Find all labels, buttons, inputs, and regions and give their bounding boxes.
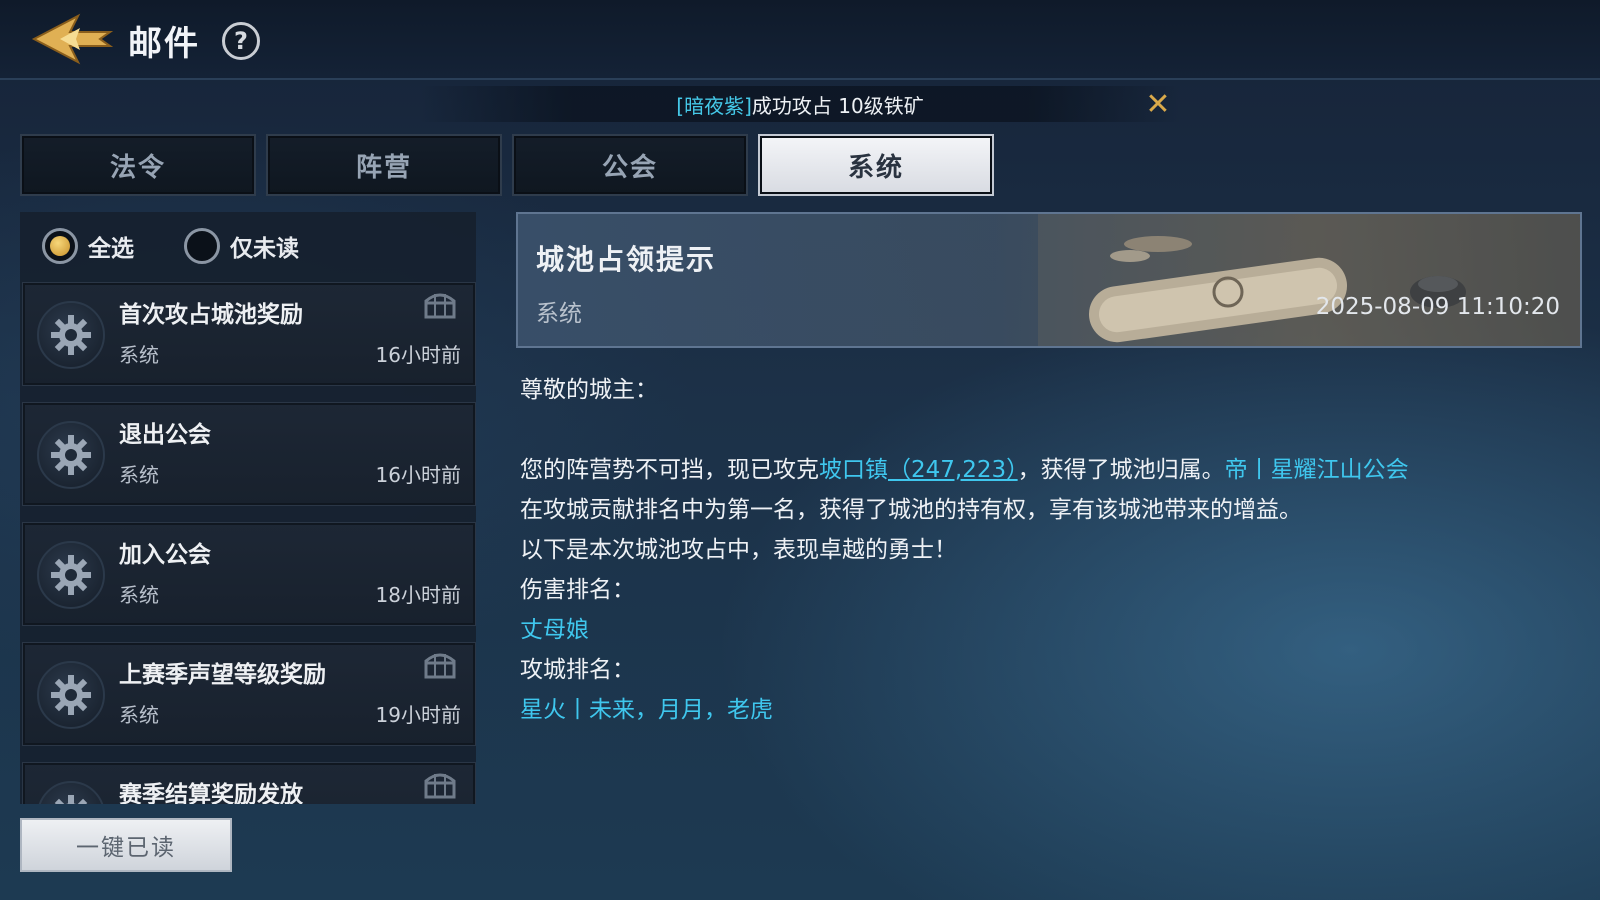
siege-ranking-names: 星火丨未来，月月，老虎 (520, 697, 773, 723)
mail-sender: 系统 (119, 583, 159, 607)
mail-detail-title: 城池占领提示 (536, 243, 717, 276)
treasure-chest-icon (423, 289, 457, 319)
coordinate-link[interactable]: （247,223） (888, 457, 1018, 483)
mail-item[interactable]: 加入公会 系统 18小时前 (22, 522, 476, 626)
gear-icon (37, 781, 105, 804)
greeting: 尊敬的城主： (520, 377, 658, 403)
gear-icon (37, 661, 105, 729)
damage-ranking-label: 伤害排名： (520, 577, 635, 603)
radio-checked-icon (42, 228, 78, 264)
mail-sender: 系统 (119, 463, 159, 487)
gear-icon (37, 541, 105, 609)
mail-title: 首次攻占城池奖励 (119, 302, 303, 328)
mail-title: 退出公会 (119, 422, 211, 448)
mail-title: 加入公会 (119, 542, 211, 568)
mail-sender: 系统 (119, 343, 159, 367)
treasure-chest-icon (423, 769, 457, 799)
scroll-illustration (1038, 214, 1580, 346)
unread-only-radio[interactable]: 仅未读 (184, 228, 299, 264)
filter-bar: 全选 仅未读 (20, 212, 476, 280)
gear-icon (37, 421, 105, 489)
mail-title: 赛季结算奖励发放 (119, 782, 303, 804)
back-arrow-icon[interactable] (30, 10, 114, 68)
city-link[interactable]: 坡口镇 (819, 457, 888, 483)
mail-item[interactable]: 退出公会 系统 16小时前 (22, 402, 476, 506)
mail-title: 上赛季声望等级奖励 (119, 662, 326, 688)
guild-name: 帝丨星耀江山公会 (1224, 457, 1409, 483)
mail-item[interactable]: 赛季结算奖励发放 (22, 762, 476, 804)
unread-only-label: 仅未读 (230, 236, 299, 262)
body-line-2: 在攻城贡献排名中为第一名，获得了城池的持有权，享有该城池带来的增益。 (520, 497, 1302, 523)
damage-ranking-names: 丈母娘 (520, 617, 589, 643)
body-line-3: 以下是本次城池攻占中，表现卓越的勇士！ (520, 537, 957, 563)
mail-time: 16小时前 (375, 343, 461, 367)
mail-time: 18小时前 (375, 583, 461, 607)
top-bar: 邮件 ? (0, 0, 1600, 80)
mail-item[interactable]: 上赛季声望等级奖励 系统 19小时前 (22, 642, 476, 746)
read-all-button[interactable]: 一键已读 (20, 818, 232, 872)
mail-detail-time: 2025-08-09 11:10:20 (1315, 294, 1560, 320)
gear-icon (37, 301, 105, 369)
body-line-1: 您的阵营势不可挡，现已攻克坡口镇（247,223），获得了城池归属。帝丨星耀江山… (520, 457, 1409, 483)
treasure-chest-icon (423, 649, 457, 679)
tab-decree[interactable]: 法令 (20, 134, 256, 196)
select-all-radio[interactable]: 全选 (42, 228, 134, 264)
mail-item[interactable]: 首次攻占城池奖励 系统 16小时前 (22, 282, 476, 386)
radio-unchecked-icon (184, 228, 220, 264)
mail-list-panel: 全选 仅未读 首次攻占城池奖励 系统 16小时前 退出公会 系统 16小时前 加… (20, 212, 476, 804)
close-icon[interactable]: ✕ (1140, 86, 1176, 122)
select-all-label: 全选 (88, 236, 134, 262)
mail-detail-header: 城池占领提示 系统 2025-08-09 11:10:20 (516, 212, 1582, 348)
tab-system[interactable]: 系统 (758, 134, 994, 196)
mail-detail-sender: 系统 (536, 301, 582, 327)
page-title: 邮件 (128, 24, 200, 64)
mail-time: 16小时前 (375, 463, 461, 487)
help-icon[interactable]: ? (222, 22, 260, 60)
siege-ranking-label: 攻城排名： (520, 657, 635, 683)
banner-tag: [暗夜紫] (676, 93, 752, 118)
mail-body: 尊敬的城主： 您的阵营势不可挡，现已攻克坡口镇（247,223），获得了城池归属… (520, 370, 1580, 730)
mail-sender: 系统 (119, 703, 159, 727)
notification-banner: [暗夜紫] 成功攻占 10级铁矿 (420, 86, 1180, 122)
banner-message: 成功攻占 10级铁矿 (751, 93, 924, 118)
mail-time: 19小时前 (375, 703, 461, 727)
tab-guild[interactable]: 公会 (512, 134, 748, 196)
tab-faction[interactable]: 阵营 (266, 134, 502, 196)
